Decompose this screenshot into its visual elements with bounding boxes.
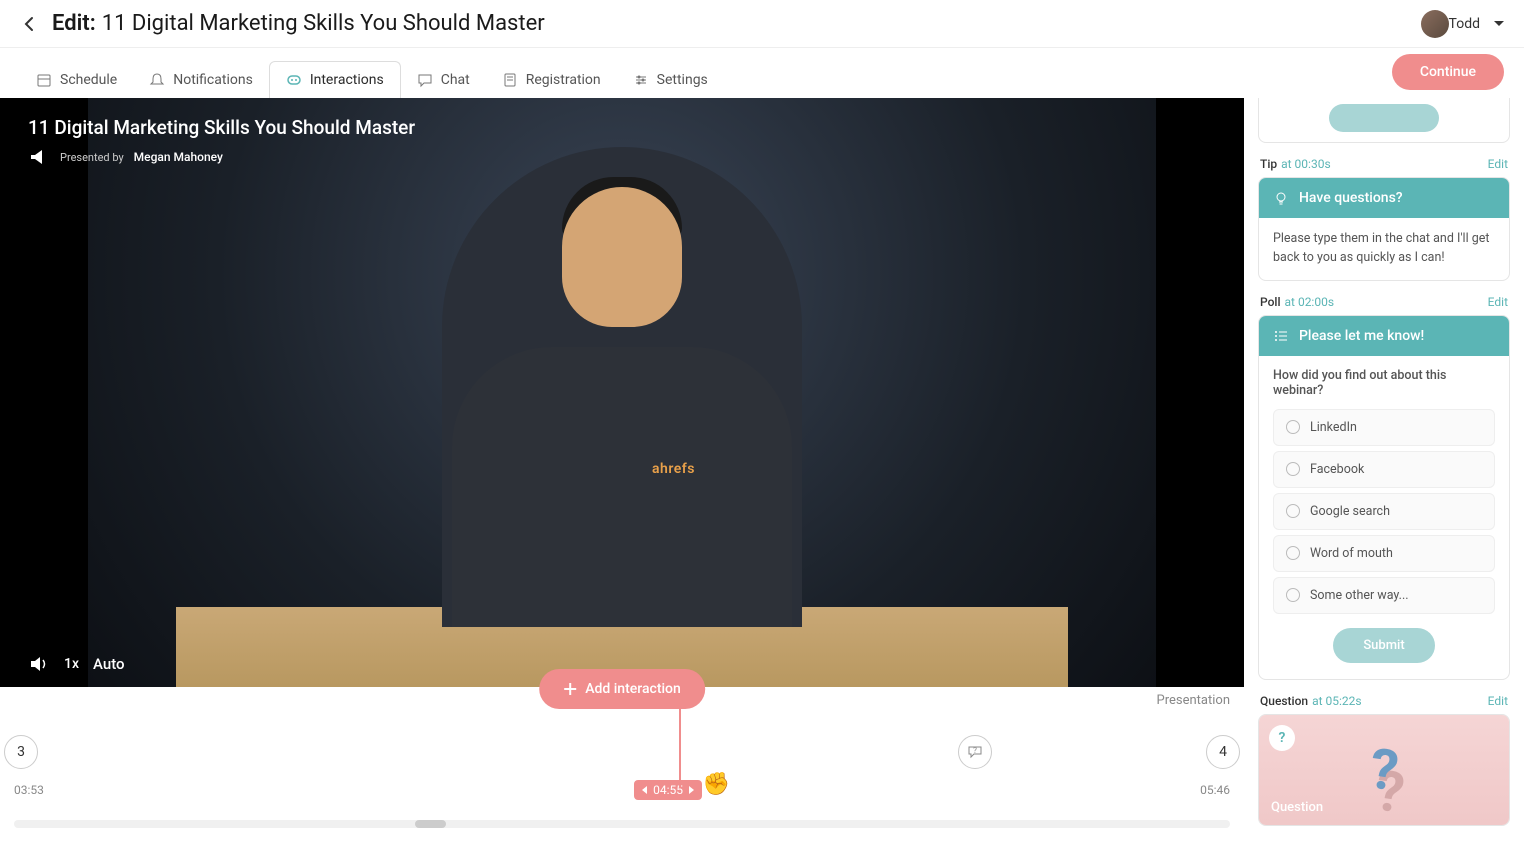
volume-icon[interactable] (28, 653, 50, 675)
poll-option[interactable]: Some other way... (1273, 577, 1495, 614)
tab-chat[interactable]: Chat (401, 62, 486, 98)
card-type: Tip (1260, 157, 1277, 171)
poll-question: How did you find out about this webinar? (1259, 356, 1509, 404)
chevron-down-icon (1494, 21, 1504, 26)
timeline: Add interaction Presentation 3 ? 4 03:53… (0, 687, 1244, 842)
edit-link[interactable]: Edit (1488, 295, 1508, 309)
poll-option[interactable]: LinkedIn (1273, 409, 1495, 446)
question-card-image: ? ? ? Question (1259, 715, 1509, 825)
continue-button[interactable]: Continue (1392, 54, 1504, 90)
timeline-scrollbar[interactable] (14, 820, 1230, 828)
question-icon: ? (1269, 725, 1295, 751)
interactions-icon (286, 72, 302, 88)
user-name: Todd (1449, 16, 1480, 32)
interaction-card-partial (1258, 98, 1510, 143)
submit-button[interactable]: Submit (1333, 628, 1434, 663)
poll-option-label: Some other way... (1310, 588, 1409, 603)
add-interaction-button[interactable]: Add interaction (539, 669, 705, 709)
tab-label: Chat (441, 72, 470, 88)
plus-icon (563, 682, 577, 696)
radio-icon (1286, 504, 1300, 518)
poll-option[interactable]: Word of mouth (1273, 535, 1495, 572)
poll-option[interactable]: Facebook (1273, 451, 1495, 488)
card-time: at 05:22s (1312, 694, 1362, 708)
settings-icon (633, 72, 649, 88)
time-start: 03:53 (14, 783, 44, 797)
svg-text:?: ? (973, 746, 977, 755)
interactions-panel: Tip at 00:30s Edit Have questions? Pleas… (1244, 98, 1524, 842)
triangle-right-icon (689, 786, 694, 794)
poll-option-label: Google search (1310, 504, 1390, 519)
tab-settings[interactable]: Settings (617, 62, 724, 98)
back-button[interactable] (20, 14, 40, 34)
timeline-marker-next[interactable]: 4 (1206, 735, 1240, 769)
list-icon (1273, 328, 1289, 344)
presented-by-label: Presented by (60, 151, 124, 164)
video-player[interactable]: ahrefs 11 Digital Marketing Skills You S… (0, 98, 1244, 687)
document-icon (502, 72, 518, 88)
poll-card: Please let me know! How did you find out… (1258, 315, 1510, 680)
quality-selector[interactable]: Auto (93, 655, 125, 673)
tab-label: Interactions (310, 72, 384, 88)
tab-schedule[interactable]: Schedule (20, 62, 133, 98)
scrollbar-thumb[interactable] (415, 820, 445, 828)
poll-option[interactable]: Google search (1273, 493, 1495, 530)
tab-registration[interactable]: Registration (486, 62, 617, 98)
tip-body: Please type them in the chat and I'll ge… (1259, 218, 1509, 280)
tab-label: Schedule (60, 72, 117, 88)
question-label: Question (1271, 800, 1323, 815)
edit-label: Edit: (52, 11, 96, 36)
tip-title: Have questions? (1299, 190, 1403, 206)
tab-label: Settings (657, 72, 708, 88)
calendar-icon (36, 72, 52, 88)
radio-icon (1286, 420, 1300, 434)
poll-option-label: LinkedIn (1310, 420, 1357, 435)
megaphone-icon (28, 146, 50, 168)
add-interaction-label: Add interaction (585, 681, 681, 697)
chat-icon (417, 72, 433, 88)
presenter-name: Megan Mahoney (134, 150, 223, 164)
video-frame: ahrefs (88, 98, 1156, 687)
playback-speed[interactable]: 1x (64, 656, 79, 672)
radio-icon (1286, 546, 1300, 560)
edit-link[interactable]: Edit (1488, 694, 1508, 708)
poll-title: Please let me know! (1299, 328, 1424, 344)
card-type: Question (1260, 694, 1308, 708)
timeline-label: Presentation (1157, 693, 1231, 708)
tab-label: Registration (526, 72, 601, 88)
avatar (1421, 10, 1449, 38)
tab-notifications[interactable]: Notifications (133, 62, 269, 98)
shirt-logo: ahrefs (652, 461, 695, 477)
video-title: 11 Digital Marketing Skills You Should M… (28, 116, 415, 139)
tab-label: Notifications (173, 72, 253, 88)
time-scrubber[interactable]: 04:55 (634, 780, 702, 800)
timeline-marker-prev[interactable]: 3 (4, 735, 38, 769)
card-time: at 02:00s (1285, 295, 1335, 309)
time-end: 05:46 (1200, 783, 1230, 797)
user-menu[interactable]: Todd (1421, 10, 1504, 38)
tab-interactions[interactable]: Interactions (269, 61, 401, 98)
lightbulb-icon (1273, 190, 1289, 206)
tip-card: Have questions? Please type them in the … (1258, 177, 1510, 281)
poll-option-label: Facebook (1310, 462, 1364, 477)
question-card[interactable]: ? ? ? Question (1258, 714, 1510, 826)
triangle-left-icon (642, 786, 647, 794)
card-type: Poll (1260, 295, 1281, 309)
card-time: at 00:30s (1281, 157, 1331, 171)
edit-link[interactable]: Edit (1488, 157, 1508, 171)
radio-icon (1286, 588, 1300, 602)
card-action-button[interactable] (1329, 104, 1439, 132)
poll-option-label: Word of mouth (1310, 546, 1393, 561)
radio-icon (1286, 462, 1300, 476)
timeline-marker-question[interactable]: ? (958, 735, 992, 769)
page-title: 11 Digital Marketing Skills You Should M… (102, 11, 545, 36)
bell-icon (149, 72, 165, 88)
